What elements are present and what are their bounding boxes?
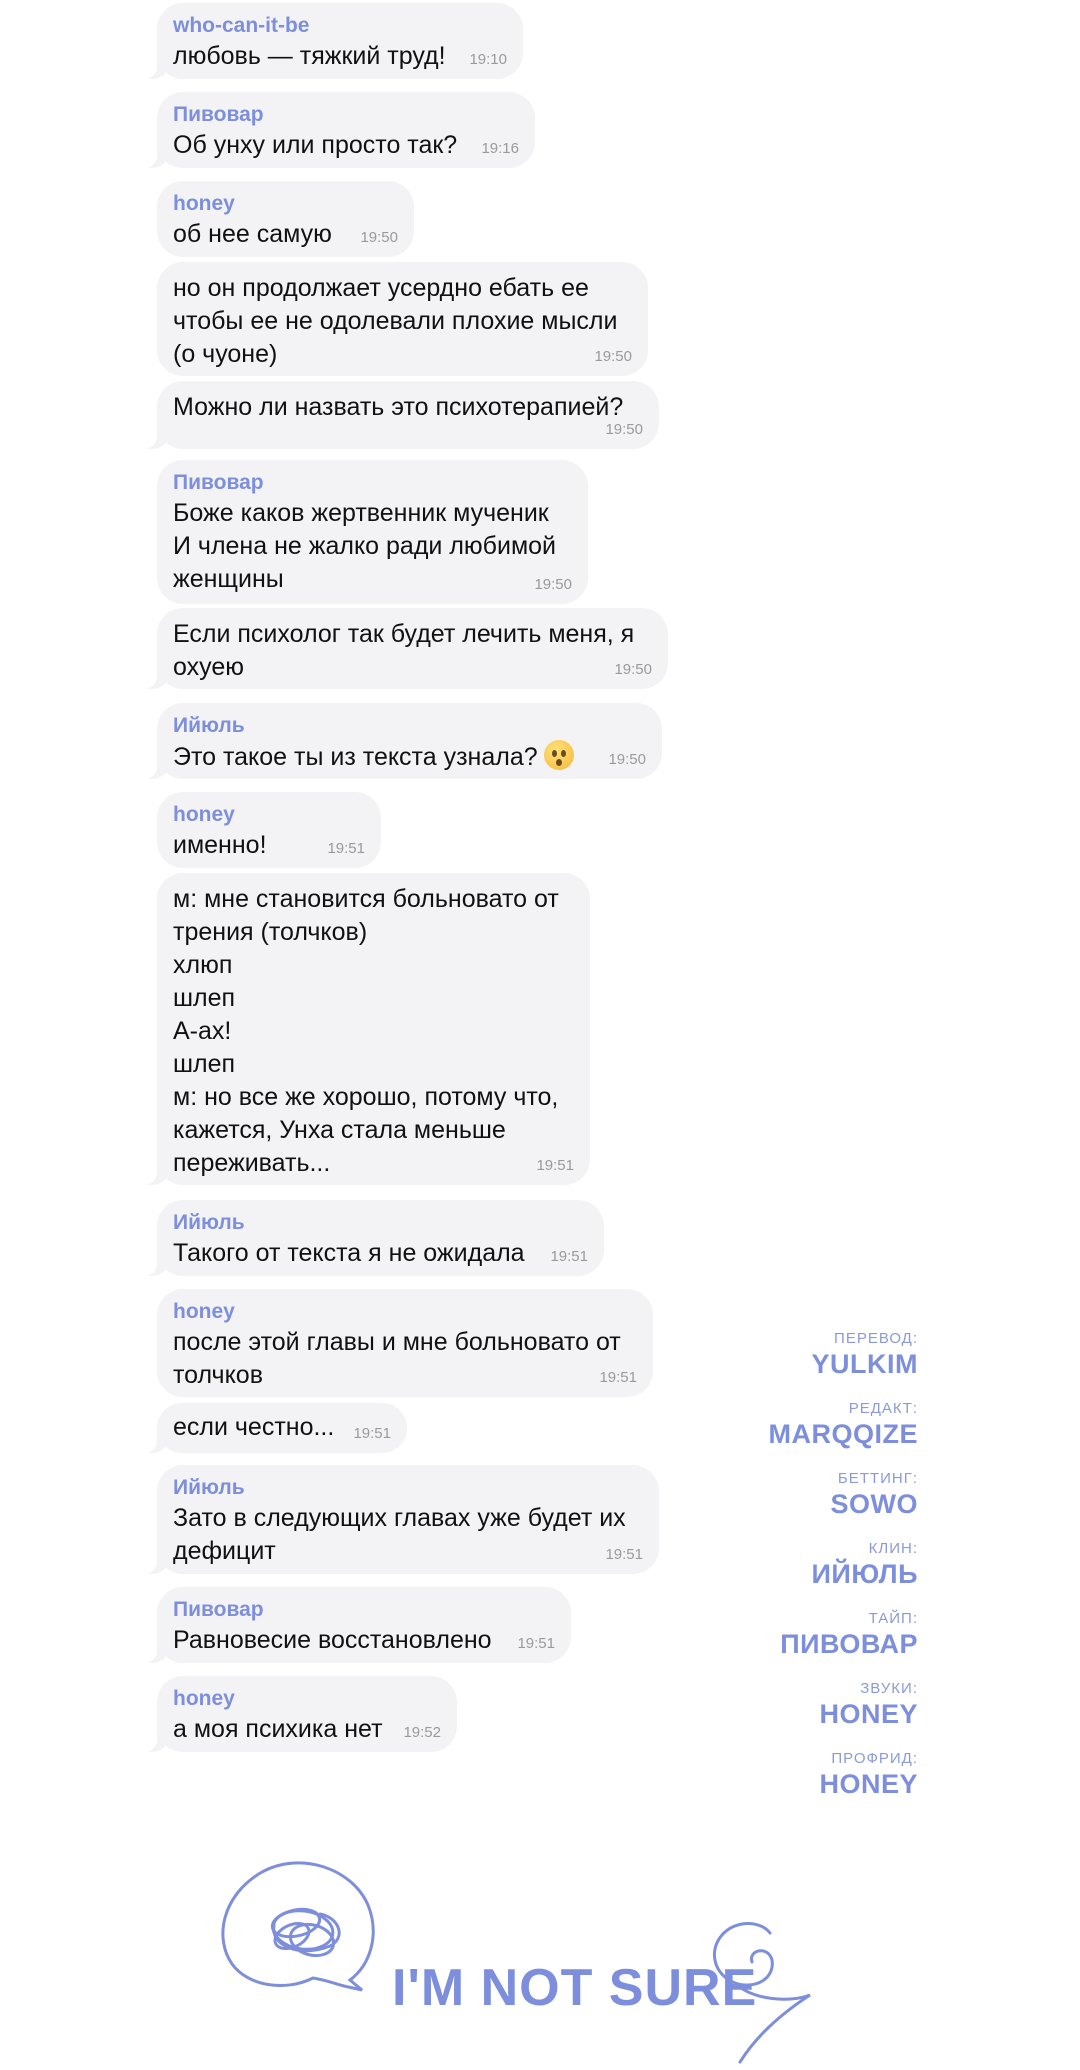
- chat-message-list: who-can-it-be любовь — тяжкий труд! 19:1…: [0, 0, 1080, 1780]
- message-bubble[interactable]: Ийюль Это такое ты из текста узнала? 19:…: [135, 703, 662, 779]
- credit-name: SOWO: [830, 1489, 918, 1519]
- message-text: именно!: [173, 831, 267, 859]
- credit-editor: РЕДАКТ: MARQQIZE: [769, 1400, 919, 1450]
- message-text: Зато в следующих главах уже будет их деф…: [173, 1504, 626, 1565]
- message-sender: who-can-it-be: [173, 14, 310, 37]
- credit-translation: ПЕРЕВОД: YULKIM: [769, 1330, 919, 1380]
- credit-role: ПРОФРИД:: [831, 1750, 918, 1767]
- message-text: Боже каков жертвенник мученик И члена не…: [173, 499, 557, 593]
- message-sender: Ийюль: [173, 1476, 245, 1499]
- message-text: а моя психика нет: [173, 1715, 383, 1743]
- credits-block: ПЕРЕВОД: YULKIM РЕДАКТ: MARQQIZE БЕТТИНГ…: [769, 1330, 919, 1820]
- credit-name: ПИВОВАР: [780, 1629, 918, 1659]
- message-text: Это такое ты из текста узнала?: [173, 740, 646, 774]
- credit-proofread: ПРОФРИД: HONEY: [769, 1750, 919, 1800]
- credit-name: HONEY: [819, 1699, 918, 1729]
- message-bubble[interactable]: Пивовар Боже каков жертвенник мученик И …: [157, 460, 588, 604]
- credit-sounds: ЗВУКИ: HONEY: [769, 1680, 919, 1730]
- message-bubble[interactable]: Пивовар Равновесие восстановлено 19:51: [135, 1587, 571, 1663]
- credit-name: MARQQIZE: [768, 1419, 918, 1449]
- message-sender: Ийюль: [173, 1211, 245, 1234]
- message-bubble[interactable]: honey а моя психика нет 19:52: [135, 1676, 457, 1752]
- message-sender: honey: [173, 803, 235, 826]
- message-text: Равновесие восстановлено: [173, 1626, 492, 1654]
- message-text: если честно...: [173, 1413, 335, 1441]
- credit-role: ТАЙП:: [868, 1610, 918, 1627]
- credit-role: РЕДАКТ:: [848, 1400, 918, 1417]
- message-sender: Пивовар: [173, 103, 264, 126]
- credit-beta: БЕТТИНГ: SOWO: [769, 1470, 919, 1520]
- message-bubble[interactable]: Ийюль Зато в следующих главах уже будет …: [135, 1465, 659, 1574]
- scribble-speech-bubble-icon: [221, 1861, 375, 1992]
- message-sender: Пивовар: [173, 1598, 264, 1621]
- credit-name: YULKIM: [811, 1349, 918, 1379]
- message-text-content: Это такое ты из текста узнала?: [173, 743, 538, 771]
- credit-role: КЛИН:: [868, 1540, 918, 1557]
- message-text: Такого от текста я не ожидала: [173, 1239, 525, 1267]
- message-text: об нее самую: [173, 220, 332, 248]
- message-bubble[interactable]: но он продолжает усердно ебать ее чтобы …: [157, 262, 648, 376]
- message-bubble[interactable]: honey именно! 19:51: [157, 792, 381, 868]
- message-sender: honey: [173, 1687, 235, 1710]
- message-bubble[interactable]: honey об нее самую 19:50: [157, 181, 414, 257]
- message-bubble[interactable]: Ийюль Такого от текста я не ожидала 19:5…: [135, 1200, 604, 1276]
- message-text: после этой главы и мне больновато от тол…: [173, 1328, 621, 1389]
- message-bubble[interactable]: Если психолог так будет лечить меня, я о…: [135, 608, 668, 689]
- message-text: Об унху или просто так?: [173, 131, 458, 159]
- astonished-face-icon: [543, 740, 574, 770]
- message-bubble[interactable]: м: мне становится больновато от трения (…: [135, 873, 590, 1185]
- credit-role: ПЕРЕВОД:: [834, 1330, 918, 1347]
- credit-type: ТАЙП: ПИВОВАР: [769, 1610, 919, 1660]
- credit-role: БЕТТИНГ:: [837, 1470, 918, 1487]
- credit-role: ЗВУКИ:: [860, 1680, 918, 1697]
- message-bubble[interactable]: honey после этой главы и мне больновато …: [157, 1289, 653, 1397]
- credit-name: ИЙЮЛЬ: [811, 1559, 918, 1589]
- message-sender: Ийюль: [173, 714, 245, 737]
- credit-clean: КЛИН: ИЙЮЛЬ: [769, 1540, 919, 1590]
- logo-text: I'M NOT SURE: [392, 1959, 758, 2017]
- message-text: любовь — тяжкий труд!: [173, 42, 446, 70]
- message-sender: Пивовар: [173, 471, 264, 494]
- message-bubble[interactable]: если честно... 19:51: [135, 1403, 407, 1453]
- credit-name: HONEY: [819, 1769, 918, 1799]
- message-text: Если психолог так будет лечить меня, я о…: [173, 620, 635, 681]
- message-bubble[interactable]: Можно ли назвать это психотерапией? 19:5…: [135, 381, 659, 449]
- message-text: Можно ли назвать это психотерапией?: [173, 393, 624, 421]
- message-bubble[interactable]: Пивовар Об унху или просто так? 19:16: [135, 92, 535, 168]
- message-bubble[interactable]: who-can-it-be любовь — тяжкий труд! 19:1…: [135, 3, 523, 79]
- message-text: но он продолжает усердно ебать ее чтобы …: [173, 274, 618, 368]
- message-sender: honey: [173, 1300, 235, 1323]
- message-text: м: мне становится больновато от трения (…: [173, 885, 559, 1177]
- message-sender: honey: [173, 192, 235, 215]
